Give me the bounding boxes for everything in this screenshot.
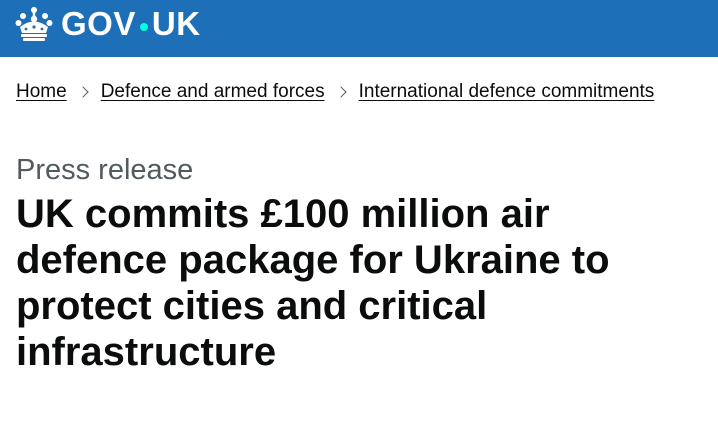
site-header: GOV UK bbox=[0, 0, 718, 57]
logo-text-right: UK bbox=[151, 4, 201, 42]
logo-dot bbox=[139, 22, 148, 31]
breadcrumb-home[interactable]: Home bbox=[16, 81, 67, 103]
page-title: UK commits £100 million air defence pack… bbox=[16, 192, 610, 374]
chevron-right-icon bbox=[334, 86, 347, 98]
crown-icon bbox=[15, 6, 53, 41]
logo-text-left: GOV bbox=[61, 4, 136, 42]
breadcrumb-international-defence-commitments[interactable]: International defence commitments bbox=[359, 81, 655, 103]
breadcrumb: Home Defence and armed forces Internatio… bbox=[0, 81, 718, 103]
page-caption: Press release bbox=[16, 154, 194, 186]
govuk-logotype: GOV UK bbox=[61, 5, 201, 43]
govuk-home-link[interactable]: GOV UK bbox=[15, 5, 201, 43]
chevron-right-icon bbox=[77, 86, 89, 98]
breadcrumb-defence-and-armed-forces[interactable]: Defence and armed forces bbox=[101, 81, 325, 103]
